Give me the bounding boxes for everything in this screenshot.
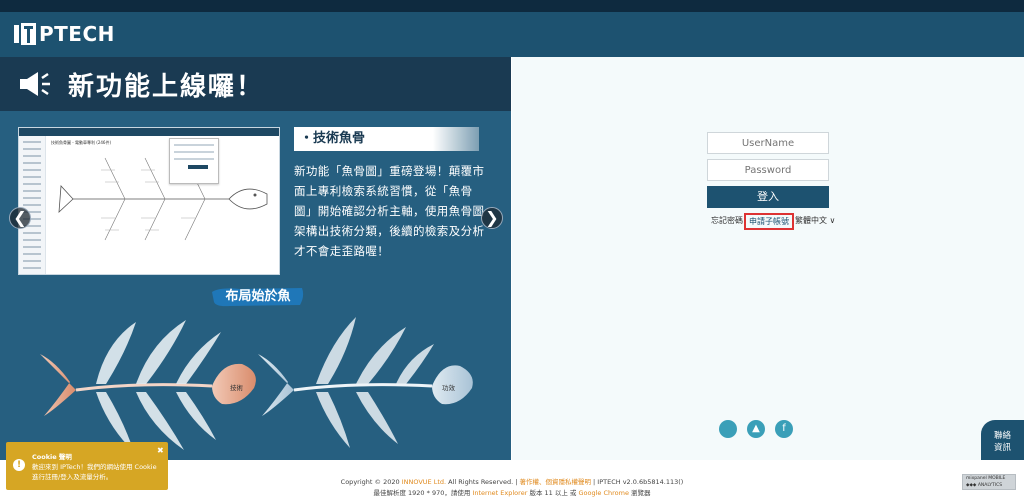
screenshot-topbar — [19, 128, 279, 136]
logo-text: PTECH — [39, 22, 115, 46]
version-text: | IPTECH v2.0.6b5814.113() — [590, 478, 684, 486]
cookie-title: Cookie 聲明 — [32, 453, 72, 461]
top-strip — [0, 0, 1024, 12]
facebook-icon[interactable]: f — [775, 420, 793, 438]
contact-label-2: 資訊 — [993, 443, 1011, 453]
ie-link[interactable]: Internet Explorer — [472, 489, 527, 497]
screenshot-fishbone-diagram — [58, 157, 268, 241]
mixpanel-line2: ◆◆◆ ANALYTICS — [966, 483, 1003, 488]
contact-info-button[interactable]: 聯絡 資訊 — [981, 420, 1024, 460]
fish-head-label-tech: 技術 — [230, 383, 244, 392]
feature-title: ・技術魚骨 — [294, 127, 479, 151]
feature-description: 新功能「魚骨圖」重磅登場！顛覆市面上專利檢索系統習慣，從「魚骨圖」開始確認分析主… — [294, 164, 485, 258]
resolution-text: 最佳解析度 1920 * 970，請使用 — [373, 489, 473, 497]
megaphone-icon — [20, 72, 50, 96]
cookie-body: 歡迎來到 IPTech！我們的網站使用 Cookie 進行註冊/登入及流量分析。 — [32, 463, 157, 481]
version-note-text: 版本 11 以上 或 — [527, 489, 579, 497]
site-header — [0, 12, 1024, 57]
login-button[interactable]: 登入 — [707, 186, 829, 208]
rights-text: All Rights Reserved. | — [446, 478, 520, 486]
copyright-text: Copyright © 2020 — [340, 478, 402, 486]
banner-title: 新功能上線囉！ — [68, 71, 265, 102]
news-panel: 新功能上線囉！ 技術魚骨圖 - 電動車專利 (246件) ・技術魚骨 新功能「魚… — [0, 57, 511, 460]
iptech-logo[interactable]: PTECH — [12, 20, 115, 48]
news-banner: 新功能上線囉！ — [0, 57, 511, 111]
username-input[interactable] — [707, 132, 829, 154]
mixpanel-badge[interactable]: mixpanel MOBILE ◆◆◆ ANALYTICS — [962, 474, 1016, 490]
carousel-next-button[interactable]: ❯ — [481, 207, 503, 229]
carousel-prev-button[interactable]: ❮ — [9, 207, 31, 229]
contact-label-1: 聯絡 — [993, 431, 1011, 441]
login-panel: 登入 忘記密碼 申請子帳號 繁體中文 ∨ ▲ f — [512, 57, 1024, 460]
privacy-policy-link[interactable]: 著作權、個資隱私權聲明 — [519, 478, 591, 486]
fishbone-illustration: 技術 功效 — [40, 317, 473, 452]
info-icon: ! — [13, 459, 25, 471]
android-icon[interactable]: ▲ — [747, 420, 765, 438]
mixpanel-line1: mixpanel MOBILE — [966, 476, 1006, 481]
chrome-link[interactable]: Google Chrome — [578, 489, 628, 497]
password-input[interactable] — [707, 159, 829, 181]
fish-tag-label: 布局始於魚 — [225, 289, 291, 304]
screenshot-caption: 技術魚骨圖 - 電動車專利 (246件) — [51, 140, 112, 145]
company-link[interactable]: INNOVUE Ltd. — [402, 478, 446, 486]
apple-icon[interactable] — [719, 420, 737, 438]
forgot-password-link[interactable]: 忘記密碼 — [711, 215, 743, 226]
browser-text: 瀏覽器 — [628, 489, 651, 497]
cookie-close-button[interactable]: ✖ — [157, 446, 164, 455]
feature-screenshot: 技術魚骨圖 - 電動車專利 (246件) — [18, 127, 280, 275]
fish-head-label-effect: 功效 — [442, 383, 456, 392]
screenshot-popup — [169, 138, 219, 184]
logo-mark-icon — [14, 23, 36, 45]
apply-subaccount-link[interactable]: 申請子帳號 — [744, 213, 794, 230]
fish-tag: 布局始於魚 — [210, 286, 306, 308]
screenshot-sidebar — [19, 136, 46, 274]
language-selector[interactable]: 繁體中文 ∨ — [795, 215, 835, 226]
cookie-notice: ! Cookie 聲明 ✖ 歡迎來到 IPTech！我們的網站使用 Cookie… — [6, 442, 168, 490]
